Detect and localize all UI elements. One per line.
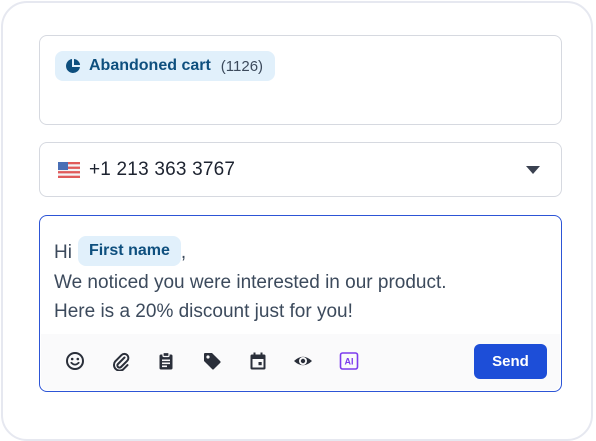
emoji-icon[interactable] (64, 350, 86, 372)
attachment-icon[interactable] (110, 350, 132, 372)
composer-toolbar: AI Send (41, 334, 560, 390)
segment-chip[interactable]: Abandoned cart (1126) (55, 51, 276, 81)
phone-number-select[interactable]: +1 213 363 3767 (39, 142, 562, 197)
calendar-icon[interactable] (247, 350, 269, 372)
ai-icon[interactable]: AI (338, 350, 360, 372)
tag-icon[interactable] (201, 350, 223, 372)
phone-number: +1 213 363 3767 (89, 158, 236, 180)
segment-count: (1126) (220, 57, 264, 75)
caret-down-icon[interactable] (526, 166, 540, 174)
message-text[interactable]: Hi First name, We noticed you were intere… (54, 236, 547, 326)
audience-segment-field[interactable]: Abandoned cart (1126) (39, 35, 562, 125)
sms-composer-card: Abandoned cart (1126) +1 213 363 3767 Hi… (1, 1, 593, 441)
message-line-3: Here is a 20% discount just for you! (54, 301, 353, 322)
greeting-text: Hi (54, 242, 72, 264)
clipboard-icon[interactable] (155, 350, 177, 372)
ai-icon-label: AI (345, 357, 354, 367)
us-flag-icon (58, 161, 80, 178)
message-line-2: We noticed you were interested in our pr… (54, 272, 447, 293)
send-button[interactable]: Send (474, 344, 547, 379)
pie-chart-icon (66, 58, 81, 73)
first-name-variable-chip[interactable]: First name (77, 236, 181, 266)
message-line-1: Hi First name, (54, 236, 547, 268)
variable-suffix: , (180, 242, 187, 264)
message-editor[interactable]: Hi First name, We noticed you were intere… (39, 215, 562, 392)
preview-eye-icon[interactable] (292, 350, 314, 372)
segment-name: Abandoned cart (89, 57, 211, 74)
